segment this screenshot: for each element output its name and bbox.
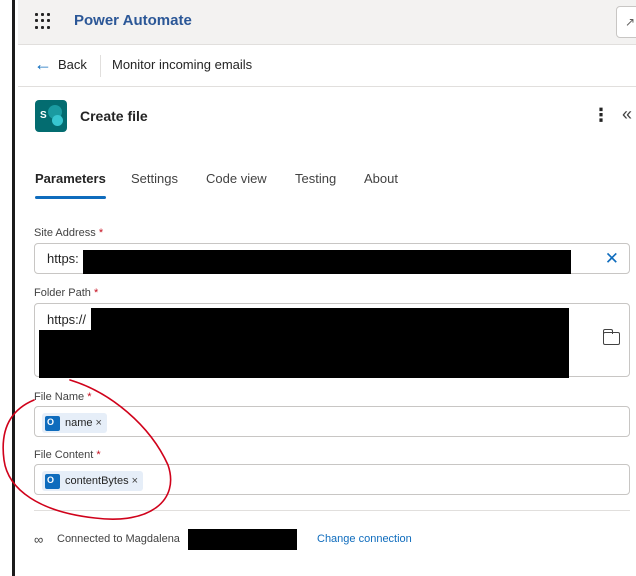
- flow-name: Monitor incoming emails: [112, 57, 253, 72]
- change-connection-link[interactable]: Change connection: [317, 533, 412, 545]
- nav-bar: ← Back Monitor incoming emails: [18, 44, 636, 87]
- window-left-border: [0, 0, 15, 576]
- action-title: Create file: [80, 108, 148, 124]
- folder-path-value: https://: [47, 312, 87, 327]
- outlook-icon: [45, 473, 60, 489]
- file-name-input[interactable]: name ×: [34, 406, 630, 437]
- file-content-label: File Content *: [34, 449, 101, 461]
- clear-icon[interactable]: ✕: [605, 249, 619, 269]
- token-label: contentBytes: [65, 475, 129, 487]
- section-divider: [34, 510, 630, 511]
- site-address-value: https:: [47, 251, 79, 266]
- folder-path-label: Folder Path *: [34, 287, 99, 299]
- nav-divider: [100, 55, 101, 77]
- dynamic-content-token[interactable]: contentBytes ×: [42, 471, 144, 491]
- tab-about[interactable]: About: [364, 171, 398, 186]
- token-label: name: [65, 417, 93, 429]
- dynamic-content-token[interactable]: name ×: [42, 413, 107, 433]
- tab-testing[interactable]: Testing: [295, 171, 336, 186]
- connection-status: Connected to Magdalena: [57, 533, 180, 545]
- site-address-label: Site Address *: [34, 227, 104, 239]
- file-name-label: File Name *: [34, 391, 92, 403]
- active-tab-indicator: [35, 196, 106, 199]
- tab-parameters[interactable]: Parameters: [35, 171, 106, 186]
- file-content-input[interactable]: contentBytes ×: [34, 464, 630, 495]
- folder-path-input[interactable]: https://: [34, 303, 630, 378]
- collapse-panel-icon[interactable]: «: [622, 104, 632, 125]
- folder-icon[interactable]: [602, 329, 620, 345]
- more-options-icon[interactable]: ⋮: [592, 105, 610, 126]
- redaction-block: [39, 330, 569, 378]
- tab-settings[interactable]: Settings: [131, 171, 178, 186]
- link-icon: ∞: [34, 532, 44, 547]
- tab-code-view[interactable]: Code view: [206, 171, 267, 186]
- app-title[interactable]: Power Automate: [74, 12, 192, 29]
- token-remove-icon[interactable]: ×: [132, 475, 138, 487]
- site-address-input[interactable]: https: ✕: [34, 243, 630, 274]
- outlook-icon: [45, 415, 60, 431]
- redaction-block: [83, 250, 571, 274]
- redaction-block: [188, 529, 297, 550]
- app-launcher-icon[interactable]: [35, 13, 51, 29]
- back-arrow-icon[interactable]: ←: [34, 55, 52, 73]
- top-bar: Power Automate ↗: [18, 0, 636, 45]
- token-remove-icon[interactable]: ×: [96, 417, 102, 429]
- expand-icon[interactable]: ↗: [616, 6, 636, 38]
- back-button[interactable]: Back: [58, 57, 87, 72]
- sharepoint-icon: S: [35, 100, 67, 132]
